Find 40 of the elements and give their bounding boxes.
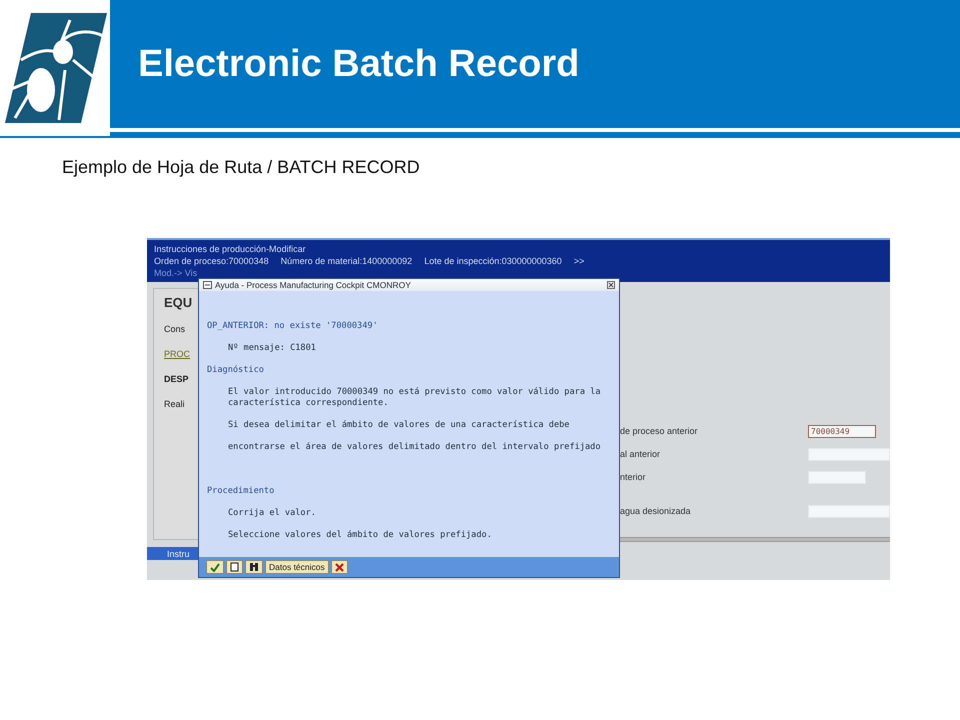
- field-label: Reali: [164, 399, 186, 409]
- input-field[interactable]: 70000349: [808, 424, 876, 438]
- order-info: Número de material:1400000092: [280, 256, 412, 266]
- field-label: al anterior: [620, 449, 662, 459]
- document-icon: [230, 562, 239, 572]
- field-label: agua desionizada: [620, 506, 692, 516]
- help-text: Seleccione valores del ámbito de valores prefijado.: [227, 530, 493, 541]
- close-icon: [334, 562, 344, 572]
- help-text: Nº mensaje: C1801: [227, 343, 317, 354]
- input-field[interactable]: [808, 504, 890, 518]
- input-field[interactable]: [808, 448, 890, 460]
- order-info: Orden de proceso:70000348: [154, 256, 269, 266]
- order-info: Lote de inspección:030000000360: [424, 256, 562, 266]
- section-tab[interactable]: Instru: [147, 547, 198, 560]
- menu-item[interactable]: Mod.-> Vis: [154, 268, 198, 278]
- help-heading: Diagnóstico: [207, 365, 265, 376]
- slide-subtitle: Ejemplo de Hoja de Ruta / BATCH RECORD: [62, 157, 421, 179]
- help-text: Si desea delimitar el ámbito de valores de una característica debe: [227, 420, 570, 431]
- window-icon: [203, 281, 212, 289]
- technical-data-button[interactable]: Datos técnicos: [265, 560, 329, 574]
- toolbar-button[interactable]: [245, 560, 263, 574]
- field-label: nterior: [620, 472, 647, 482]
- app-title: Instrucciones de producción-Modificar: [154, 244, 307, 254]
- help-heading: Procedimiento: [207, 486, 276, 497]
- link[interactable]: PROC: [164, 349, 198, 359]
- section-heading: EQU: [164, 295, 194, 310]
- help-heading: OP_ANTERIOR: no existe '70000349': [207, 321, 379, 332]
- dialog-title: Ayuda - Process Manufacturing Cockpit CMONROY: [215, 280, 412, 290]
- slide-title: Electronic Batch Record: [138, 42, 580, 86]
- field-label: de proceso anterior: [620, 426, 699, 436]
- help-text: El valor introducido 70000349 no está previsto como valor válido para la característica correspondiente.: [227, 387, 602, 409]
- help-text: encontrarse el área de valores delimitado dentro del intervalo prefijado: [227, 442, 602, 453]
- toolbar-button[interactable]: [226, 560, 243, 574]
- close-icon[interactable]: [607, 281, 615, 289]
- field-label: Cons: [164, 324, 186, 334]
- input-field[interactable]: [808, 470, 866, 484]
- checkmark-icon: [210, 562, 220, 572]
- field-label: DESP: [164, 374, 190, 384]
- order-info: >>: [574, 256, 584, 266]
- help-text: Corrija el valor.: [227, 508, 317, 519]
